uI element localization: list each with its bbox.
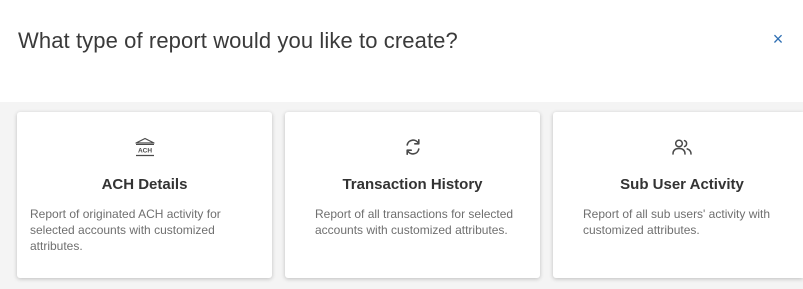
dialog-title: What type of report would you like to cr… bbox=[18, 28, 458, 53]
bank-ach-icon: ACH bbox=[17, 136, 272, 158]
report-type-dialog: What type of report would you like to cr… bbox=[0, 0, 803, 289]
report-card-transaction-history[interactable]: Transaction History Report of all transa… bbox=[285, 112, 540, 278]
card-description: Report of all sub users' activity with c… bbox=[583, 207, 771, 237]
users-icon bbox=[553, 136, 803, 158]
card-description: Report of all transactions for selected … bbox=[315, 207, 514, 237]
close-button[interactable]: × bbox=[767, 28, 789, 50]
report-card-ach-details[interactable]: ACH ACH Details Report of originated ACH… bbox=[17, 112, 272, 278]
dialog-header: What type of report would you like to cr… bbox=[0, 0, 803, 102]
report-card-sub-user-activity[interactable]: Sub User Activity Report of all sub user… bbox=[553, 112, 803, 278]
close-icon: × bbox=[772, 29, 784, 49]
sync-arrows-icon bbox=[285, 136, 540, 158]
card-title: Sub User Activity bbox=[620, 176, 744, 193]
ach-icon-label: ACH bbox=[137, 148, 151, 155]
report-options: ACH ACH Details Report of originated ACH… bbox=[17, 112, 803, 280]
card-title: ACH Details bbox=[101, 176, 188, 193]
card-description: Report of originated ACH activity for se… bbox=[30, 207, 221, 253]
card-title: Transaction History bbox=[342, 176, 483, 193]
